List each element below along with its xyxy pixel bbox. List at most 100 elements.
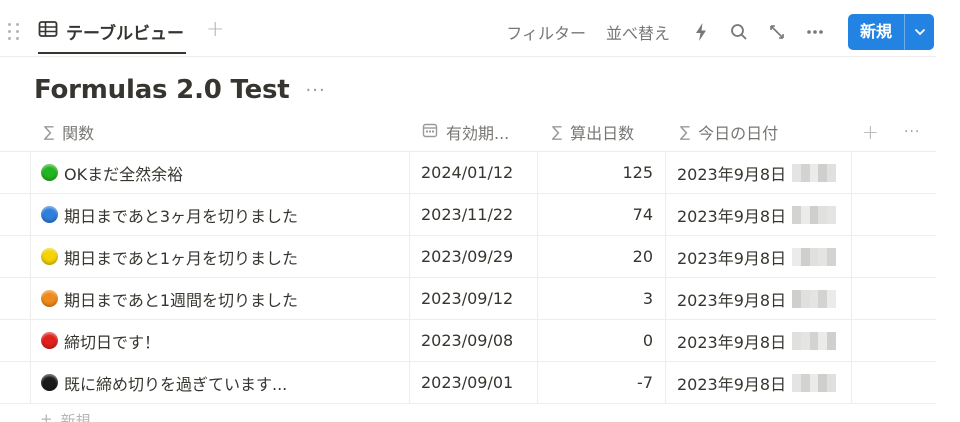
status-dot-icon	[41, 290, 58, 307]
table-row[interactable]: 既に締め切りを過ぎています... 2023/09/01 -7 2023年9月8日	[0, 362, 936, 404]
today-date-text: 2023年9月8日	[677, 332, 787, 352]
expiry-date-text: 2024/01/12	[421, 163, 514, 182]
cell-expiry-date[interactable]: 2023/09/29	[410, 236, 538, 277]
expiry-date-text: 2023/09/29	[421, 247, 514, 266]
cell-expiry-date[interactable]: 2024/01/12	[410, 152, 538, 193]
cell-today[interactable]: 2023年9月8日	[666, 236, 852, 277]
toolbar-actions: フィルター 並べ替え 新規	[506, 14, 934, 50]
days-value: 125	[622, 163, 653, 182]
days-value: 3	[642, 289, 653, 308]
column-header-days[interactable]: ∑ 算出日数	[552, 112, 634, 151]
cell-function[interactable]: OKまだ全然余裕	[30, 152, 410, 193]
tab-table-view[interactable]: テーブルビュー	[38, 10, 186, 54]
column-label: 算出日数	[570, 123, 635, 143]
cell-function[interactable]: 締切日です！	[30, 320, 410, 361]
table-body: OKまだ全然余裕 2024/01/12 125 2023年9月8日 期日まであと…	[0, 152, 936, 404]
cell-today[interactable]: 2023年9月8日	[666, 194, 852, 235]
days-value: 74	[632, 205, 653, 224]
expiry-date-text: 2023/09/08	[421, 331, 514, 350]
expand-icon[interactable]	[766, 21, 788, 43]
column-header-today[interactable]: ∑ 今日の日付	[680, 112, 778, 151]
sort-button[interactable]: 並べ替え	[606, 20, 670, 44]
add-new-row[interactable]: + 新規	[40, 410, 91, 422]
pixelated-redaction	[792, 289, 837, 308]
function-text: 締切日です！	[64, 332, 161, 352]
add-column-plus-icon[interactable]: +	[862, 112, 879, 151]
table-row[interactable]: 期日まであと3ヶ月を切りました 2023/11/22 74 2023年9月8日	[0, 194, 936, 236]
calendar-icon	[422, 122, 438, 142]
cell-function[interactable]: 期日まであと1週間を切りました	[30, 278, 410, 319]
search-icon[interactable]	[728, 21, 750, 43]
filter-button[interactable]: フィルター	[506, 20, 586, 44]
database-table: ∑ 関数 有効期... ∑ 算出日数 ∑ 今日の日付 + ··· OKまだ全然余…	[0, 112, 936, 404]
pixelated-redaction	[792, 373, 837, 392]
cell-days[interactable]: 74	[538, 194, 666, 235]
cell-function[interactable]: 既に締め切りを過ぎています...	[30, 362, 410, 403]
status-dot-icon	[41, 332, 58, 349]
function-text: 期日まであと1週間を切りました	[64, 290, 299, 310]
today-date-text: 2023年9月8日	[677, 206, 787, 226]
expiry-date-text: 2023/11/22	[421, 205, 514, 224]
days-value: 20	[632, 247, 653, 266]
cell-days[interactable]: 3	[538, 278, 666, 319]
today-date-text: 2023年9月8日	[677, 290, 787, 310]
table-row[interactable]: 締切日です！ 2023/09/08 0 2023年9月8日	[0, 320, 936, 362]
view-toolbar: テーブルビュー + フィルター 並べ替え 新規	[0, 10, 960, 54]
expiry-date-text: 2023/09/12	[421, 289, 514, 308]
column-more-icon[interactable]: ···	[904, 112, 920, 151]
sigma-icon: ∑	[552, 122, 563, 141]
today-date-text: 2023年9月8日	[677, 374, 787, 394]
column-label: 関数	[62, 123, 95, 143]
cell-days[interactable]: 20	[538, 236, 666, 277]
status-dot-icon	[41, 248, 58, 265]
plus-icon: +	[40, 410, 53, 422]
drag-handle-icon[interactable]	[8, 23, 20, 41]
function-text: OKまだ全然余裕	[64, 164, 184, 184]
status-dot-icon	[41, 206, 58, 223]
title-more-icon[interactable]: ···	[306, 80, 326, 101]
expiry-date-text: 2023/09/01	[421, 373, 514, 392]
pixelated-redaction	[792, 331, 837, 350]
cell-days[interactable]: 0	[538, 320, 666, 361]
column-label: 有効期...	[446, 123, 510, 143]
table-header: ∑ 関数 有効期... ∑ 算出日数 ∑ 今日の日付 + ···	[0, 112, 936, 152]
table-row[interactable]: 期日まであと1ヶ月を切りました 2023/09/29 20 2023年9月8日	[0, 236, 936, 278]
sigma-icon: ∑	[680, 122, 691, 141]
new-button-group: 新規	[847, 14, 934, 50]
function-text: 期日まであと3ヶ月を切りました	[64, 206, 299, 226]
cell-function[interactable]: 期日まであと3ヶ月を切りました	[30, 194, 410, 235]
column-header-function[interactable]: ∑ 関数	[44, 112, 94, 151]
cell-expiry-date[interactable]: 2023/11/22	[410, 194, 538, 235]
title-row: Formulas 2.0 Test ···	[34, 72, 326, 108]
today-date-text: 2023年9月8日	[677, 164, 787, 184]
column-header-expiry[interactable]: 有効期...	[422, 112, 509, 151]
pixelated-redaction	[792, 163, 837, 182]
days-value: -7	[637, 373, 653, 392]
cell-function[interactable]: 期日まであと1ヶ月を切りました	[30, 236, 410, 277]
cell-expiry-date[interactable]: 2023/09/12	[410, 278, 538, 319]
pixelated-redaction	[792, 205, 837, 224]
cell-today[interactable]: 2023年9月8日	[666, 278, 852, 319]
automation-bolt-icon[interactable]	[690, 21, 712, 43]
tab-label: テーブルビュー	[66, 23, 184, 44]
cell-today[interactable]: 2023年9月8日	[666, 152, 852, 193]
cell-today[interactable]: 2023年9月8日	[666, 320, 852, 361]
days-value: 0	[642, 331, 653, 350]
cell-days[interactable]: 125	[538, 152, 666, 193]
function-text: 既に締め切りを過ぎています...	[64, 374, 288, 394]
chevron-down-icon[interactable]	[904, 14, 934, 50]
status-dot-icon	[41, 374, 58, 391]
table-icon	[38, 20, 58, 42]
more-options-icon[interactable]	[804, 21, 826, 43]
page-title[interactable]: Formulas 2.0 Test	[34, 75, 290, 105]
table-row[interactable]: 期日まであと1週間を切りました 2023/09/12 3 2023年9月8日	[0, 278, 936, 320]
cell-expiry-date[interactable]: 2023/09/08	[410, 320, 538, 361]
add-view-plus-icon[interactable]: +	[206, 19, 224, 41]
new-row-label: 新規	[60, 412, 91, 422]
cell-today[interactable]: 2023年9月8日	[666, 362, 852, 403]
new-button[interactable]: 新規	[848, 14, 904, 50]
cell-expiry-date[interactable]: 2023/09/01	[410, 362, 538, 403]
cell-days[interactable]: -7	[538, 362, 666, 403]
today-date-text: 2023年9月8日	[677, 248, 787, 268]
table-row[interactable]: OKまだ全然余裕 2024/01/12 125 2023年9月8日	[0, 152, 936, 194]
